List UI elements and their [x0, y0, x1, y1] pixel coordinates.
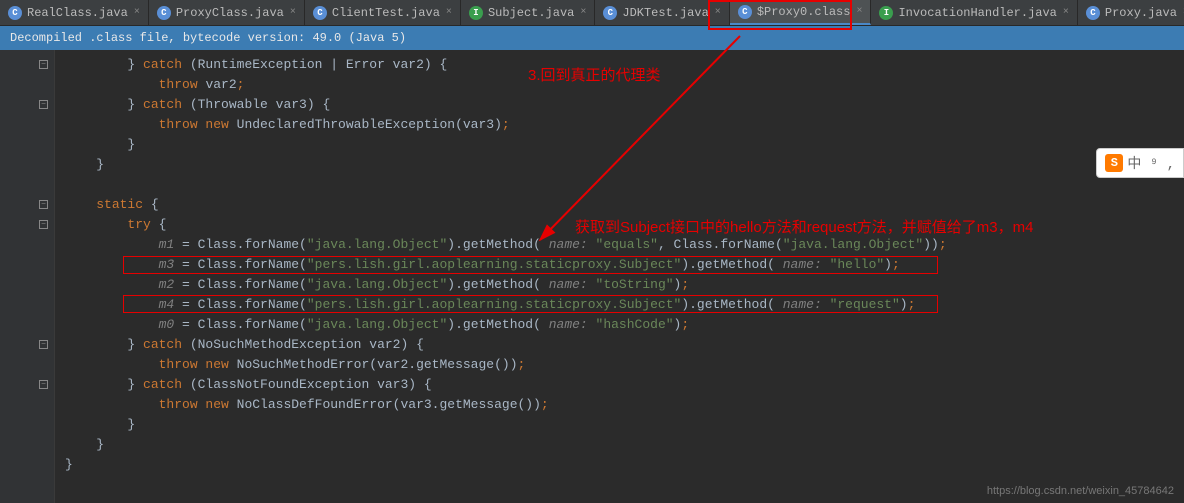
code-line: } — [65, 414, 1184, 434]
code-line: throw new NoClassDefFoundError(var3.getM… — [65, 394, 1184, 414]
tab-label: Subject.java — [488, 6, 574, 20]
decompile-status-bar: Decompiled .class file, bytecode version… — [0, 26, 1184, 50]
code-line: m4 = Class.forName("pers.lish.girl.aople… — [65, 294, 1184, 314]
tab-subject[interactable]: I Subject.java × — [461, 0, 595, 25]
code-line: } — [65, 154, 1184, 174]
class-icon: C — [313, 6, 327, 20]
fold-icon[interactable]: − — [39, 380, 48, 389]
tab-label: ProxyClass.java — [176, 6, 284, 20]
code-line: throw var2; — [65, 74, 1184, 94]
gutter: − − − − − − — [0, 50, 55, 503]
code-line: } catch (ClassNotFoundException var3) { — [65, 374, 1184, 394]
class-icon: C — [738, 5, 752, 19]
code-line: } — [65, 434, 1184, 454]
interface-icon: I — [879, 6, 893, 20]
class-icon: C — [157, 6, 171, 20]
tab-label: ClientTest.java — [332, 6, 440, 20]
class-icon: C — [8, 6, 22, 20]
fold-icon[interactable]: − — [39, 100, 48, 109]
tab-proxy[interactable]: CProxy.java× — [1078, 0, 1184, 25]
close-icon[interactable]: × — [446, 7, 452, 18]
code-line: } — [65, 134, 1184, 154]
tab-label: $Proxy0.class — [757, 5, 851, 19]
close-icon[interactable]: × — [1063, 7, 1069, 18]
code-editor: − − − − − − } catch (RuntimeException | … — [0, 50, 1184, 503]
fold-icon[interactable]: − — [39, 200, 48, 209]
status-text: Decompiled .class file, bytecode version… — [10, 31, 406, 45]
code-line: } catch (Throwable var3) { — [65, 94, 1184, 114]
watermark-text: https://blog.csdn.net/weixin_45784642 — [987, 485, 1174, 497]
code-content[interactable]: } catch (RuntimeException | Error var2) … — [55, 50, 1184, 503]
close-icon[interactable]: × — [580, 7, 586, 18]
tab-label: InvocationHandler.java — [898, 6, 1056, 20]
tab-invocationhandler[interactable]: I InvocationHandler.java × — [871, 0, 1077, 25]
code-line: try { — [65, 214, 1184, 234]
code-line: m0 = Class.forName("java.lang.Object").g… — [65, 314, 1184, 334]
tab-label: Proxy.java — [1105, 6, 1177, 20]
code-line: m3 = Class.forName("pers.lish.girl.aople… — [65, 254, 1184, 274]
fold-icon[interactable]: − — [39, 220, 48, 229]
code-line — [65, 174, 1184, 194]
sogou-badge-icon: S — [1105, 154, 1123, 172]
tab-realclass[interactable]: C RealClass.java × — [0, 0, 149, 25]
code-line: } catch (RuntimeException | Error var2) … — [65, 54, 1184, 74]
tab-proxy0[interactable]: C $Proxy0.class × — [730, 0, 872, 25]
code-line: m1 = Class.forName("java.lang.Object").g… — [65, 234, 1184, 254]
fold-icon[interactable]: − — [39, 340, 48, 349]
fold-icon[interactable]: − — [39, 60, 48, 69]
tab-label: RealClass.java — [27, 6, 128, 20]
close-icon[interactable]: × — [290, 7, 296, 18]
interface-icon: I — [469, 6, 483, 20]
code-line: throw new NoSuchMethodError(var2.getMess… — [65, 354, 1184, 374]
tab-proxyclass[interactable]: C ProxyClass.java × — [149, 0, 305, 25]
editor-tabs: C RealClass.java × C ProxyClass.java × C Clie… — [0, 0, 1184, 26]
ime-text: 中 ⁹ , — [1127, 153, 1175, 173]
code-line: } catch (NoSuchMethodException var2) { — [65, 334, 1184, 354]
ime-panel[interactable]: S 中 ⁹ , — [1096, 148, 1184, 178]
code-line: m2 = Class.forName("java.lang.Object").g… — [65, 274, 1184, 294]
code-line: throw new UndeclaredThrowableException(v… — [65, 114, 1184, 134]
class-icon: C — [1086, 6, 1100, 20]
close-icon[interactable]: × — [856, 6, 862, 17]
tab-jdktest[interactable]: C JDKTest.java × — [595, 0, 729, 25]
class-icon: C — [603, 6, 617, 20]
code-line: static { — [65, 194, 1184, 214]
close-icon[interactable]: × — [134, 7, 140, 18]
tab-clienttest[interactable]: C ClientTest.java × — [305, 0, 461, 25]
tab-label: JDKTest.java — [622, 6, 708, 20]
close-icon[interactable]: × — [715, 7, 721, 18]
code-line: } — [65, 454, 1184, 474]
